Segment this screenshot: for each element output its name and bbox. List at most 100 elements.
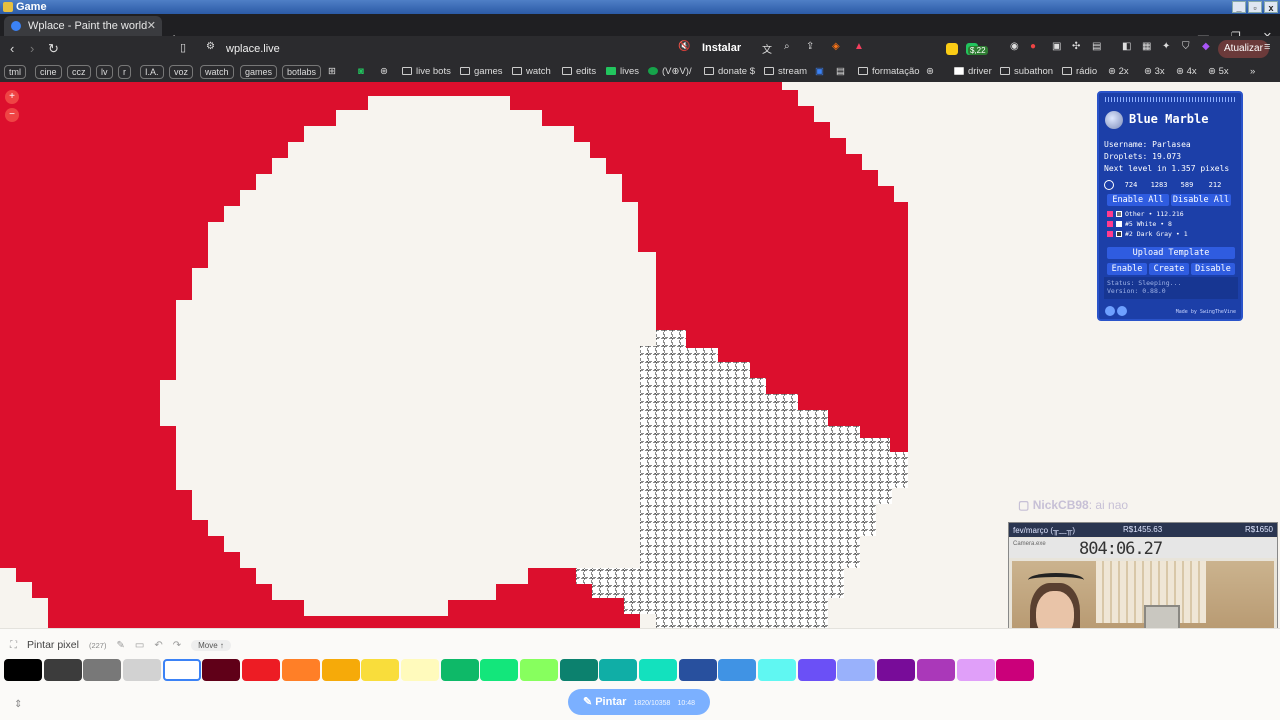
- template-row[interactable]: Other • 112.216: [1107, 210, 1184, 218]
- bookmark-chip[interactable]: cine: [35, 65, 62, 79]
- coord-field[interactable]: 724: [1120, 181, 1142, 189]
- bookmark-folder[interactable]: edits: [562, 66, 596, 77]
- bookmark-folder[interactable]: lives: [606, 66, 639, 77]
- menu-icon[interactable]: ≡: [1264, 41, 1270, 53]
- bookmark-item[interactable]: ⊛ 4x: [1176, 66, 1197, 77]
- zoom-icon[interactable]: ⌕: [784, 41, 790, 52]
- checkbox-icon[interactable]: [1107, 211, 1113, 217]
- enable-all-button[interactable]: Enable All: [1107, 194, 1169, 206]
- color-swatch[interactable]: [123, 659, 162, 681]
- site-settings-icon[interactable]: ⚙: [206, 41, 215, 52]
- coord-field[interactable]: 1283: [1148, 181, 1170, 189]
- expand-icon[interactable]: ⛶: [10, 640, 17, 651]
- reload-icon[interactable]: ↻: [48, 41, 59, 57]
- bookmark-folder[interactable]: formatação: [858, 66, 920, 77]
- translate-icon[interactable]: 文: [762, 41, 772, 56]
- bookmark-folder[interactable]: subathon: [1000, 66, 1053, 77]
- brave-shield-icon[interactable]: ◈: [832, 41, 840, 52]
- bookmark-folder[interactable]: donate $: [704, 66, 755, 77]
- color-swatch[interactable]: [559, 659, 598, 681]
- settings-icon[interactable]: [1105, 306, 1115, 316]
- close-icon[interactable]: x: [1264, 1, 1278, 13]
- checkbox-icon[interactable]: [1107, 221, 1113, 227]
- bookmark-icon[interactable]: ▯: [180, 41, 186, 54]
- color-swatch[interactable]: [956, 659, 995, 681]
- update-button[interactable]: Atualizar: [1218, 40, 1269, 58]
- color-swatch[interactable]: [281, 659, 320, 681]
- bookmark-chip[interactable]: botlabs: [282, 65, 322, 79]
- pin-icon[interactable]: [1104, 180, 1114, 190]
- color-swatch[interactable]: [162, 659, 201, 681]
- puzzle-icon[interactable]: ✣: [1072, 41, 1080, 52]
- panel-drag-handle[interactable]: [1105, 97, 1237, 102]
- color-swatch[interactable]: [758, 659, 797, 681]
- info-icon[interactable]: [1117, 306, 1127, 316]
- bookmark-icon[interactable]: ⊛: [380, 66, 388, 77]
- install-button[interactable]: Instalar: [702, 42, 741, 54]
- disable-all-button[interactable]: Disable All: [1171, 194, 1231, 206]
- bookmark-item[interactable]: ⊛ 3x: [1144, 66, 1165, 77]
- bookmark-folder[interactable]: stream: [764, 66, 807, 77]
- checkbox-icon[interactable]: [1107, 231, 1113, 237]
- paint-button[interactable]: ✎ Pintar 1820/10358 10:48: [568, 689, 710, 715]
- color-swatch[interactable]: [440, 659, 479, 681]
- color-swatch[interactable]: [242, 659, 281, 681]
- bookmark-item[interactable]: ⊛ 5x: [1208, 66, 1229, 77]
- apps-icon[interactable]: ⊞: [328, 66, 336, 77]
- bookmark-chip[interactable]: voz: [169, 65, 194, 79]
- bookmark-chip[interactable]: I.A.: [140, 65, 164, 79]
- upload-template-button[interactable]: Upload Template: [1107, 247, 1235, 259]
- coord-field[interactable]: 589: [1176, 181, 1198, 189]
- bookmark-folder[interactable]: driver: [954, 66, 992, 77]
- leo-icon[interactable]: ✦: [1162, 41, 1170, 52]
- color-swatch[interactable]: [480, 659, 519, 681]
- bookmark-item[interactable]: ⊛ 2x: [1108, 66, 1129, 77]
- more-bookmarks-icon[interactable]: »: [1250, 66, 1255, 77]
- color-swatch[interactable]: [877, 659, 916, 681]
- bookmark-folder[interactable]: rádio: [1062, 66, 1097, 77]
- undo-icon[interactable]: ↶: [154, 640, 162, 651]
- color-swatch[interactable]: [400, 659, 439, 681]
- close-tab-icon[interactable]: ✕: [147, 19, 156, 32]
- disable-button[interactable]: Disable: [1191, 263, 1235, 275]
- color-swatch[interactable]: [599, 659, 638, 681]
- template-row[interactable]: #2 Dark Gray • 1: [1107, 230, 1188, 238]
- color-swatch[interactable]: [4, 659, 42, 681]
- share-icon[interactable]: ⇪: [806, 41, 814, 52]
- move-button[interactable]: Move ↑: [191, 639, 231, 651]
- bookmark-folder[interactable]: games: [460, 66, 503, 77]
- extension-icon[interactable]: ▣: [1052, 41, 1061, 52]
- color-swatch[interactable]: [321, 659, 360, 681]
- bookmark-chip[interactable]: ccz: [67, 65, 91, 79]
- bookmark-folder[interactable]: watch: [512, 66, 551, 77]
- shield-icon[interactable]: ⛉: [1182, 41, 1190, 52]
- color-swatch[interactable]: [83, 659, 122, 681]
- color-swatch[interactable]: [718, 659, 757, 681]
- zoom-out-icon[interactable]: −: [5, 108, 19, 122]
- extension-icon[interactable]: ◉: [1010, 41, 1019, 52]
- color-swatch[interactable]: [678, 659, 717, 681]
- color-swatch[interactable]: [519, 659, 558, 681]
- extension-icon[interactable]: ▤: [1092, 41, 1101, 52]
- coord-field[interactable]: 212: [1204, 181, 1226, 189]
- bookmark-icon[interactable]: ▣: [815, 66, 824, 77]
- color-swatch[interactable]: [996, 659, 1035, 681]
- bookmark-icon[interactable]: ▤: [836, 66, 845, 77]
- color-swatch[interactable]: [202, 659, 241, 681]
- create-button[interactable]: Create: [1149, 263, 1189, 275]
- color-swatch[interactable]: [43, 659, 82, 681]
- zoom-in-icon[interactable]: +: [5, 90, 19, 104]
- bookmark-chip[interactable]: lv: [96, 65, 113, 79]
- tab-wplace[interactable]: Wplace - Paint the world ✕: [4, 16, 162, 36]
- extension-icon[interactable]: [946, 43, 958, 55]
- pencil-icon[interactable]: ✎: [116, 640, 124, 651]
- color-swatch[interactable]: [837, 659, 876, 681]
- minimize-icon[interactable]: _: [1232, 1, 1246, 13]
- bookmark-folder[interactable]: (V⊕V)/: [648, 66, 692, 77]
- color-swatch[interactable]: [639, 659, 677, 681]
- color-swatch[interactable]: [797, 659, 836, 681]
- color-swatch[interactable]: [361, 659, 400, 681]
- url-field[interactable]: wplace.live: [226, 43, 280, 55]
- back-icon[interactable]: ‹: [10, 41, 14, 56]
- record-icon[interactable]: ●: [1030, 41, 1036, 52]
